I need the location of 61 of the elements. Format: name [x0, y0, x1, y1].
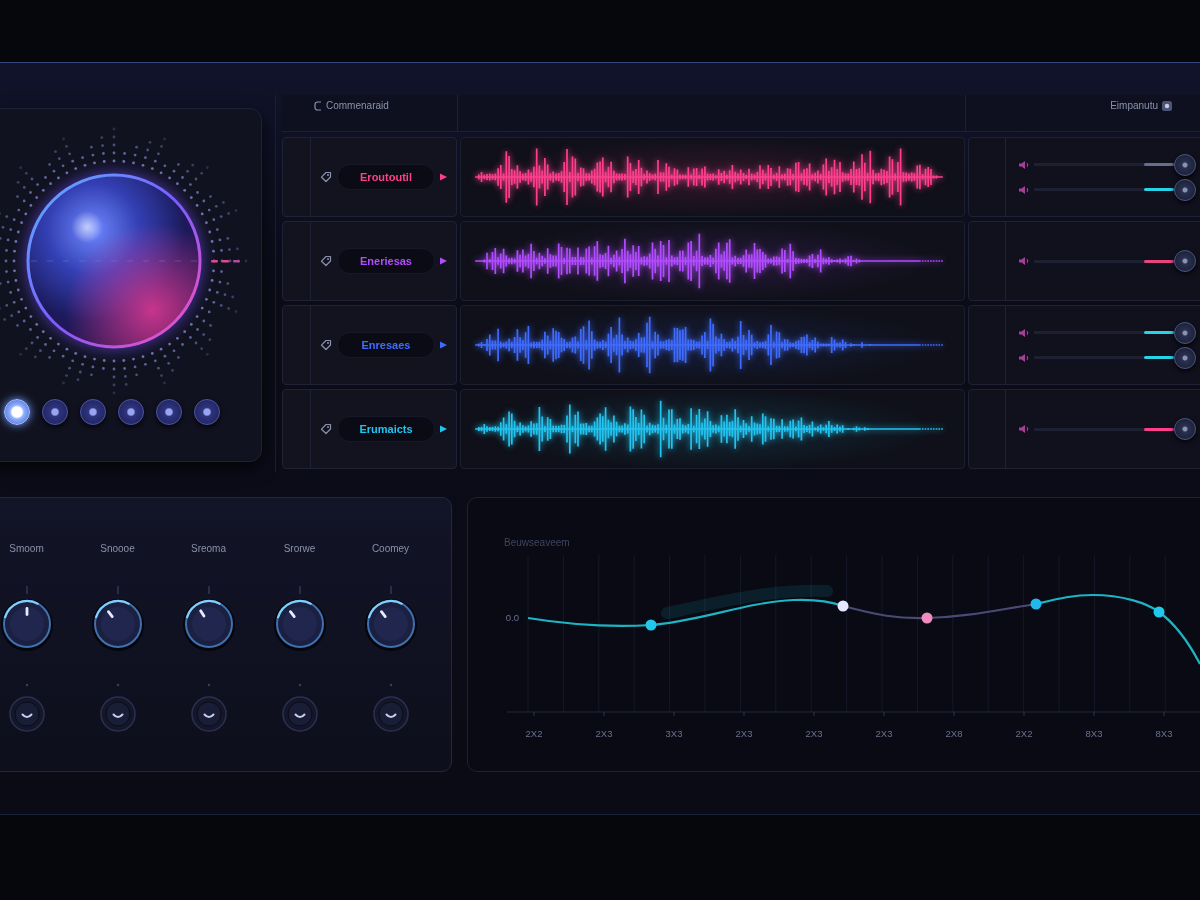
tag-icon — [320, 255, 332, 267]
mode-button[interactable] — [156, 399, 182, 425]
knob-label: Coomey — [371, 542, 410, 556]
panel-heading: Eimpanutu — [1110, 99, 1158, 113]
chip-icon — [1162, 101, 1172, 111]
eq-point[interactable] — [1153, 606, 1165, 618]
knob-label: Srorwe — [283, 542, 316, 556]
mode-button[interactable] — [4, 399, 30, 425]
axis-label: 2X3 — [805, 728, 823, 739]
slider-thumb[interactable] — [1174, 346, 1196, 369]
slider-thumb[interactable] — [1174, 321, 1196, 344]
speaker-icon — [1018, 352, 1030, 363]
axis-label: 2X2 — [1015, 728, 1033, 739]
mode-button[interactable] — [80, 399, 106, 425]
axis-label: 2X8 — [945, 728, 963, 739]
tag-icon — [320, 339, 332, 351]
panel-heading: Commenaraid — [326, 99, 389, 113]
knob-label: Sreoma — [191, 542, 226, 556]
axis-label: 2X2 — [525, 728, 543, 739]
axis-label: 0.0 — [505, 612, 519, 623]
axis-label: 8X3 — [1155, 728, 1173, 739]
caret-icon — [440, 425, 447, 433]
mode-button[interactable] — [194, 399, 220, 425]
speaker-icon — [1018, 159, 1030, 170]
rotary-knob[interactable] — [362, 584, 419, 652]
tag-icon — [320, 171, 332, 183]
chart-title: Beuwseaveem — [504, 536, 570, 550]
knob-label: Snoooe — [100, 542, 135, 556]
rotary-knob[interactable] — [180, 584, 237, 652]
slider-thumb[interactable] — [1174, 418, 1196, 440]
mode-button[interactable] — [42, 399, 68, 425]
axis-label: 2X3 — [875, 728, 893, 739]
speaker-icon — [1018, 256, 1030, 266]
caret-icon — [440, 173, 447, 181]
track-name-button[interactable]: Eroutoutil — [337, 164, 435, 190]
axis-label: 2X3 — [735, 728, 753, 739]
caret-icon — [440, 257, 447, 265]
bracket-icon — [314, 101, 322, 111]
rotary-knob[interactable] — [89, 584, 146, 652]
rotary-knob[interactable] — [0, 584, 55, 652]
eq-point[interactable] — [921, 612, 933, 624]
speaker-icon — [1018, 327, 1030, 338]
eq-point[interactable] — [1030, 598, 1042, 610]
slider-thumb[interactable] — [1174, 153, 1196, 176]
speaker-icon — [1018, 424, 1030, 434]
track-name-button[interactable]: Enresaes — [337, 332, 435, 358]
tag-icon — [320, 423, 332, 435]
slider-thumb[interactable] — [1174, 250, 1196, 272]
eq-point[interactable] — [645, 619, 657, 631]
mode-button[interactable] — [118, 399, 144, 425]
caret-icon — [440, 341, 447, 349]
slider-thumb[interactable] — [1174, 178, 1196, 201]
track-name-button[interactable]: Eneriesas — [337, 248, 435, 274]
speaker-icon — [1018, 184, 1030, 195]
axis-label: 3X3 — [665, 728, 683, 739]
axis-label: 2X3 — [595, 728, 613, 739]
rotary-knob[interactable] — [271, 584, 328, 652]
axis-label: 8X3 — [1085, 728, 1103, 739]
eq-point[interactable] — [837, 600, 849, 612]
track-name-button[interactable]: Erumaicts — [337, 416, 435, 442]
knob-label: Smoom — [9, 542, 44, 556]
